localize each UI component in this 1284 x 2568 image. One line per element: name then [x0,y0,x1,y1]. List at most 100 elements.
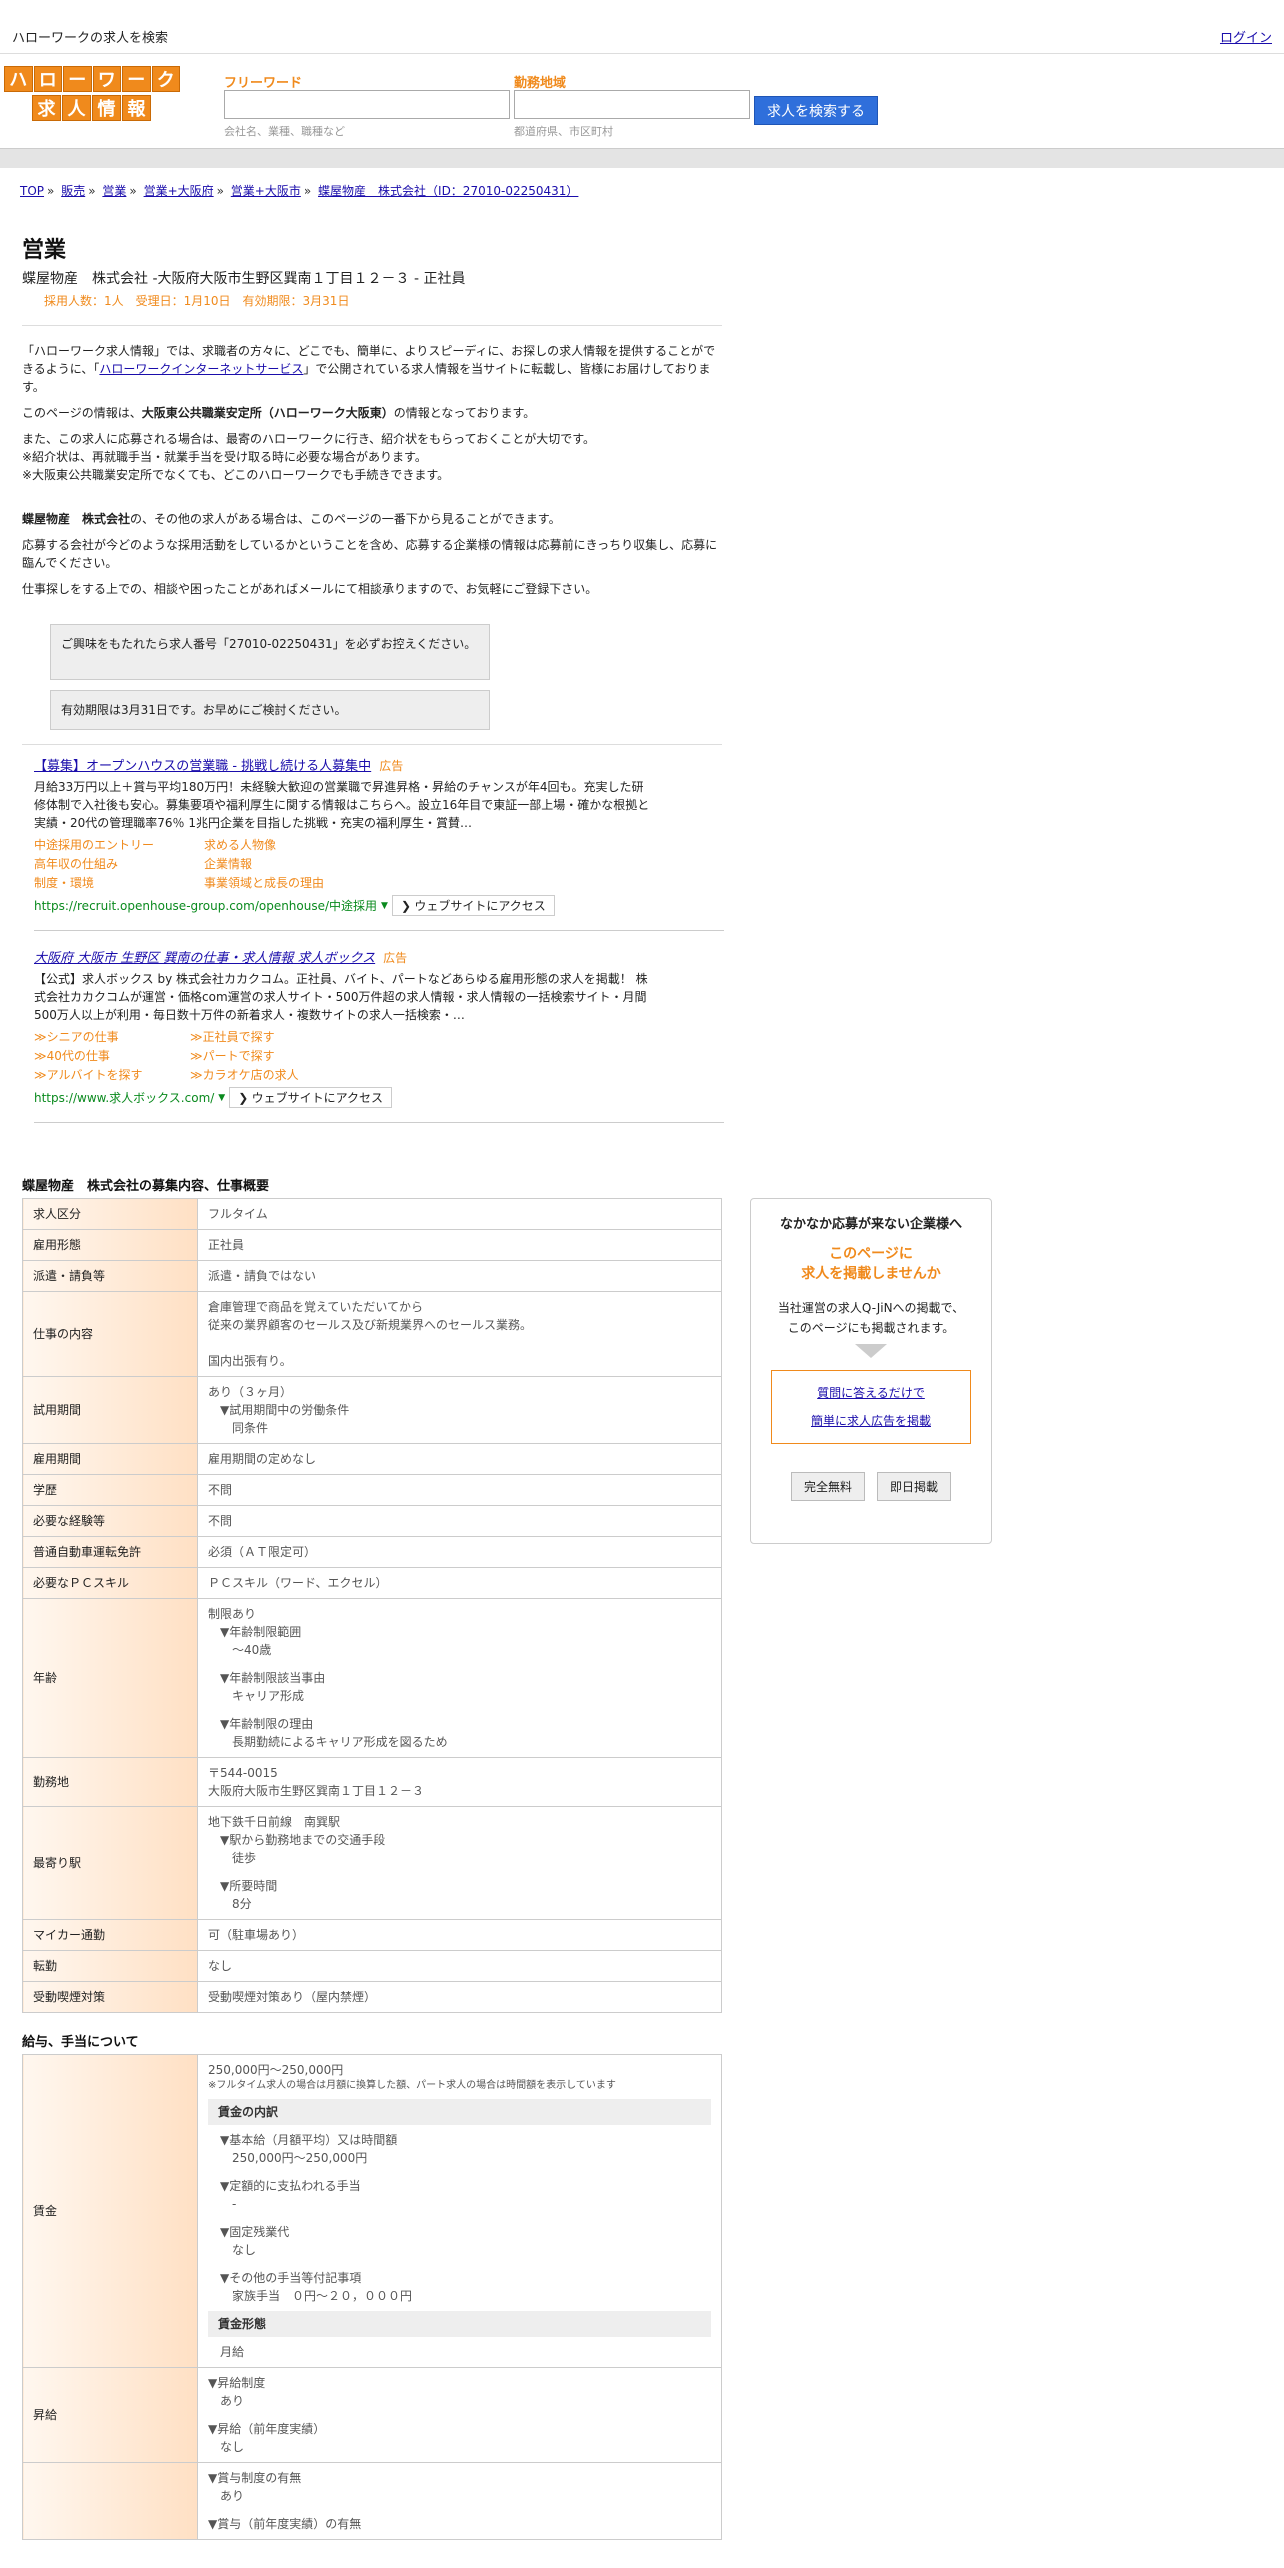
breadcrumb-sales[interactable]: 販売 [61,184,85,198]
area-hint: 都道府県、市区町村 [514,125,613,138]
notice-box: 有効期限は3月31日です。お早めにご検討ください。 [50,690,490,730]
login-link[interactable]: ログイン [1220,27,1272,46]
source-paragraph: このページの情報は、大阪東公共職業安定所（ハローワーク大阪東）の情報となっており… [22,406,536,420]
logo-char: ー [63,66,92,92]
main-content: 営業 蝶屋物産 株式会社 -大阪府大阪市生野区巽南１丁目１２－３ - 正社員 採… [22,232,724,2540]
dropdown-arrow-icon[interactable]: ▼ [381,901,388,911]
ad-sitelink[interactable]: 事業領域と成長の理由 [204,874,374,891]
row-key [22,2462,198,2540]
sidebar-heading: なかなか応募が来ない企業様へ [779,1217,962,1232]
ad-sitelink[interactable]: 高年収の仕組み [34,855,204,872]
area-input[interactable] [514,90,750,119]
row-value: 〒544-0015 大阪府大阪市生野区巽南１丁目１２－３ [197,1757,722,1807]
table-row: 必要なＰＣスキル ＰＣスキル（ワード、エクセル） [22,1567,722,1599]
ad-title-link[interactable]: 大阪府 大阪市 生野区 巽南の仕事・求人情報 求人ボックス [34,951,375,966]
ad-tag: 広告 [383,951,408,965]
job-details-table: 求人区分 フルタイム 雇用形態 正社員 派遣・請負等 派遣・請負ではない 仕事の内容 … [22,1198,722,2013]
ad-url[interactable]: https://recruit.openhouse-group.com/open… [34,897,377,914]
visit-website-button[interactable]: ❯ ウェブサイトにアクセス [229,1087,393,1108]
ad-sitelink[interactable]: ≫カラオケ店の求人 [190,1066,346,1083]
ad-sitelink[interactable]: ≫アルバイトを探す [34,1066,190,1083]
arrow-down-icon [855,1344,887,1358]
table-row: 派遣・請負等 派遣・請負ではない [22,1260,722,1292]
ad-sitelink[interactable]: ≫正社員で探す [190,1028,346,1045]
logo-char: ロ [33,66,62,92]
breadcrumb-eigyo[interactable]: 営業 [102,184,126,198]
table-row: 普通自動車運転免許 必須（ＡＴ限定可） [22,1536,722,1568]
ad-sitelink[interactable]: ≫40代の仕事 [34,1047,190,1064]
row-key: 雇用形態 [22,1229,198,1261]
site-logo[interactable]: ハ ロ ー ワ ー ク 求 人 情 報 [4,66,180,122]
table-row: 賃金 250,000円〜250,000円 ※フルタイム求人の場合は月額に換算した… [22,2054,722,2368]
row-value: あり（３ヶ月） ▼試用期間中の労働条件 同条件 [197,1376,722,1444]
dropdown-arrow-icon[interactable]: ▼ [218,1093,225,1103]
job-meta: 採用人数：1人 受理日：1月10日 有効期限：3月31日 [44,294,350,308]
table-row: 必要な経験等 不問 [22,1505,722,1537]
row-value: なし [197,1950,722,1982]
table-row: 学歴 不問 [22,1474,722,1506]
row-value: 不問 [197,1474,722,1506]
row-value: フルタイム [197,1198,722,1230]
logo-char: ワ [92,66,121,92]
ad-sitelink[interactable]: 中途採用のエントリー [34,836,204,853]
page-title: 営業 [22,238,67,263]
breadcrumb: TOP» 販売» 営業» 営業+大阪府» 営業+大阪市» 蝶屋物産 株式会社（I… [20,184,579,198]
hellowork-internet-link[interactable]: ハローワークインターネットサービス [99,362,303,376]
row-value: 制限あり ▼年齢制限範囲 〜40歳 ▼年齢制限該当事由 キャリア形成 ▼年齢制限の理… [197,1598,722,1758]
table-row: 雇用期間 雇用期間の定めなし [22,1443,722,1475]
breadcrumb-top[interactable]: TOP [20,184,44,198]
row-key: 仕事の内容 [22,1291,198,1377]
row-key: 最寄り駅 [22,1806,198,1920]
row-value: 雇用期間の定めなし [197,1443,722,1475]
breadcrumb-company[interactable]: 蝶屋物産 株式会社（ID：27010-02250431） [318,184,578,198]
ad-sitelink[interactable]: ≫シニアの仕事 [34,1028,190,1045]
section-title-salary: 給与、手当について [22,2035,139,2050]
ad-body: 【公式】求人ボックス by 株式会社カカクコム。正社員、バイト、パートなどあらゆ… [34,972,648,1022]
ad-sitelink[interactable]: ≫パートで探す [190,1047,346,1064]
row-key: 賃金 [22,2054,198,2368]
row-value: 地下鉄千日前線 南巽駅 ▼駅から勤務地までの交通手段 徒歩 ▼所要時間 8分 [197,1806,722,1920]
ad-title-link[interactable]: 【募集】オープンハウスの営業職 - 挑戦し続ける人募集中 [34,759,371,774]
breadcrumb-eigyo-osaka-fu[interactable]: 営業+大阪府 [144,184,214,198]
row-value: 不問 [197,1505,722,1537]
row-value: 可（駐車場あり） [197,1919,722,1951]
notice-box: ご興味をもたれたら求人番号「27010-02250431」を必ずお控えください。 [50,624,490,680]
row-key: 試用期間 [22,1376,198,1444]
free-badge[interactable]: 完全無料 [790,1472,865,1501]
keyword-input[interactable] [224,90,510,119]
row-value: 倉庫管理で商品を覚えていただいてから 従来の業界顧客のセールス及び新規業界へのセー… [197,1291,722,1377]
table-row: 勤務地 〒544-0015 大阪府大阪市生野区巽南１丁目１２－３ [22,1757,722,1807]
ad-sitelink[interactable]: 求める人物像 [204,836,374,853]
row-key: マイカー通勤 [22,1919,198,1951]
salary-table: 賃金 250,000円〜250,000円 ※フルタイム求人の場合は月額に換算した… [22,2054,722,2540]
visit-website-button[interactable]: ❯ ウェブサイトにアクセス [391,895,555,916]
table-row: 転勤 なし [22,1950,722,1982]
row-value: 派遣・請負ではない [197,1260,722,1292]
table-row: 最寄り駅 地下鉄千日前線 南巽駅 ▼駅から勤務地までの交通手段 徒歩 ▼所要時間 8… [22,1806,722,1920]
keyword-search-group: フリーワード 会社名、業種、職種など [224,72,510,139]
row-key: 年齢 [22,1598,198,1758]
row-key: 勤務地 [22,1757,198,1807]
row-key: 転勤 [22,1950,198,1982]
row-value: ＰＣスキル（ワード、エクセル） [197,1567,722,1599]
table-row: 昇給 ▼昇給制度 あり ▼昇給（前年度実績） なし [22,2367,722,2463]
section-title-job-details: 蝶屋物産 株式会社の募集内容、仕事概要 [22,1179,270,1194]
search-button[interactable]: 求人を検索する [754,96,878,125]
table-row: 受動喫煙対策 受動喫煙対策あり（屋内禁煙） [22,1981,722,2013]
apply-note: また、この求人に応募される場合は、最寄のハローワークに行き、紹介状をもらっておく… [22,432,596,446]
intro-paragraph: 「ハローワーク求人情報」では、求職者の方々に、どこでも、簡単に、よりスピーディに… [22,344,716,394]
area-search-group: 勤務地域 都道府県、市区町村 [514,72,750,139]
job-subtitle: 蝶屋物産 株式会社 -大阪府大阪市生野区巽南１丁目１２－３ - 正社員 [22,271,466,287]
logo-char: 人 [62,95,91,121]
ad-sitelink[interactable]: 制度・環境 [34,874,204,891]
ad-url[interactable]: https://www.求人ボックス.com/ [34,1089,214,1106]
same-day-badge[interactable]: 即日掲載 [877,1472,952,1501]
sidebar-link-questions[interactable]: 質問に答えるだけで [772,1379,970,1407]
row-value: ▼昇給制度 あり ▼昇給（前年度実績） なし [197,2367,722,2463]
sidebar-link-post-ad[interactable]: 簡単に求人広告を掲載 [772,1407,970,1435]
ad-sitelink[interactable]: 企業情報 [204,855,374,872]
header: ハ ロ ー ワ ー ク 求 人 情 報 フリーワード 会社名、業種、職種など 勤… [0,54,1284,148]
breadcrumb-eigyo-osaka-shi[interactable]: 営業+大阪市 [231,184,301,198]
keyword-hint: 会社名、業種、職種など [224,125,345,138]
site-tagline: ハローワークの求人を検索 [12,31,169,46]
